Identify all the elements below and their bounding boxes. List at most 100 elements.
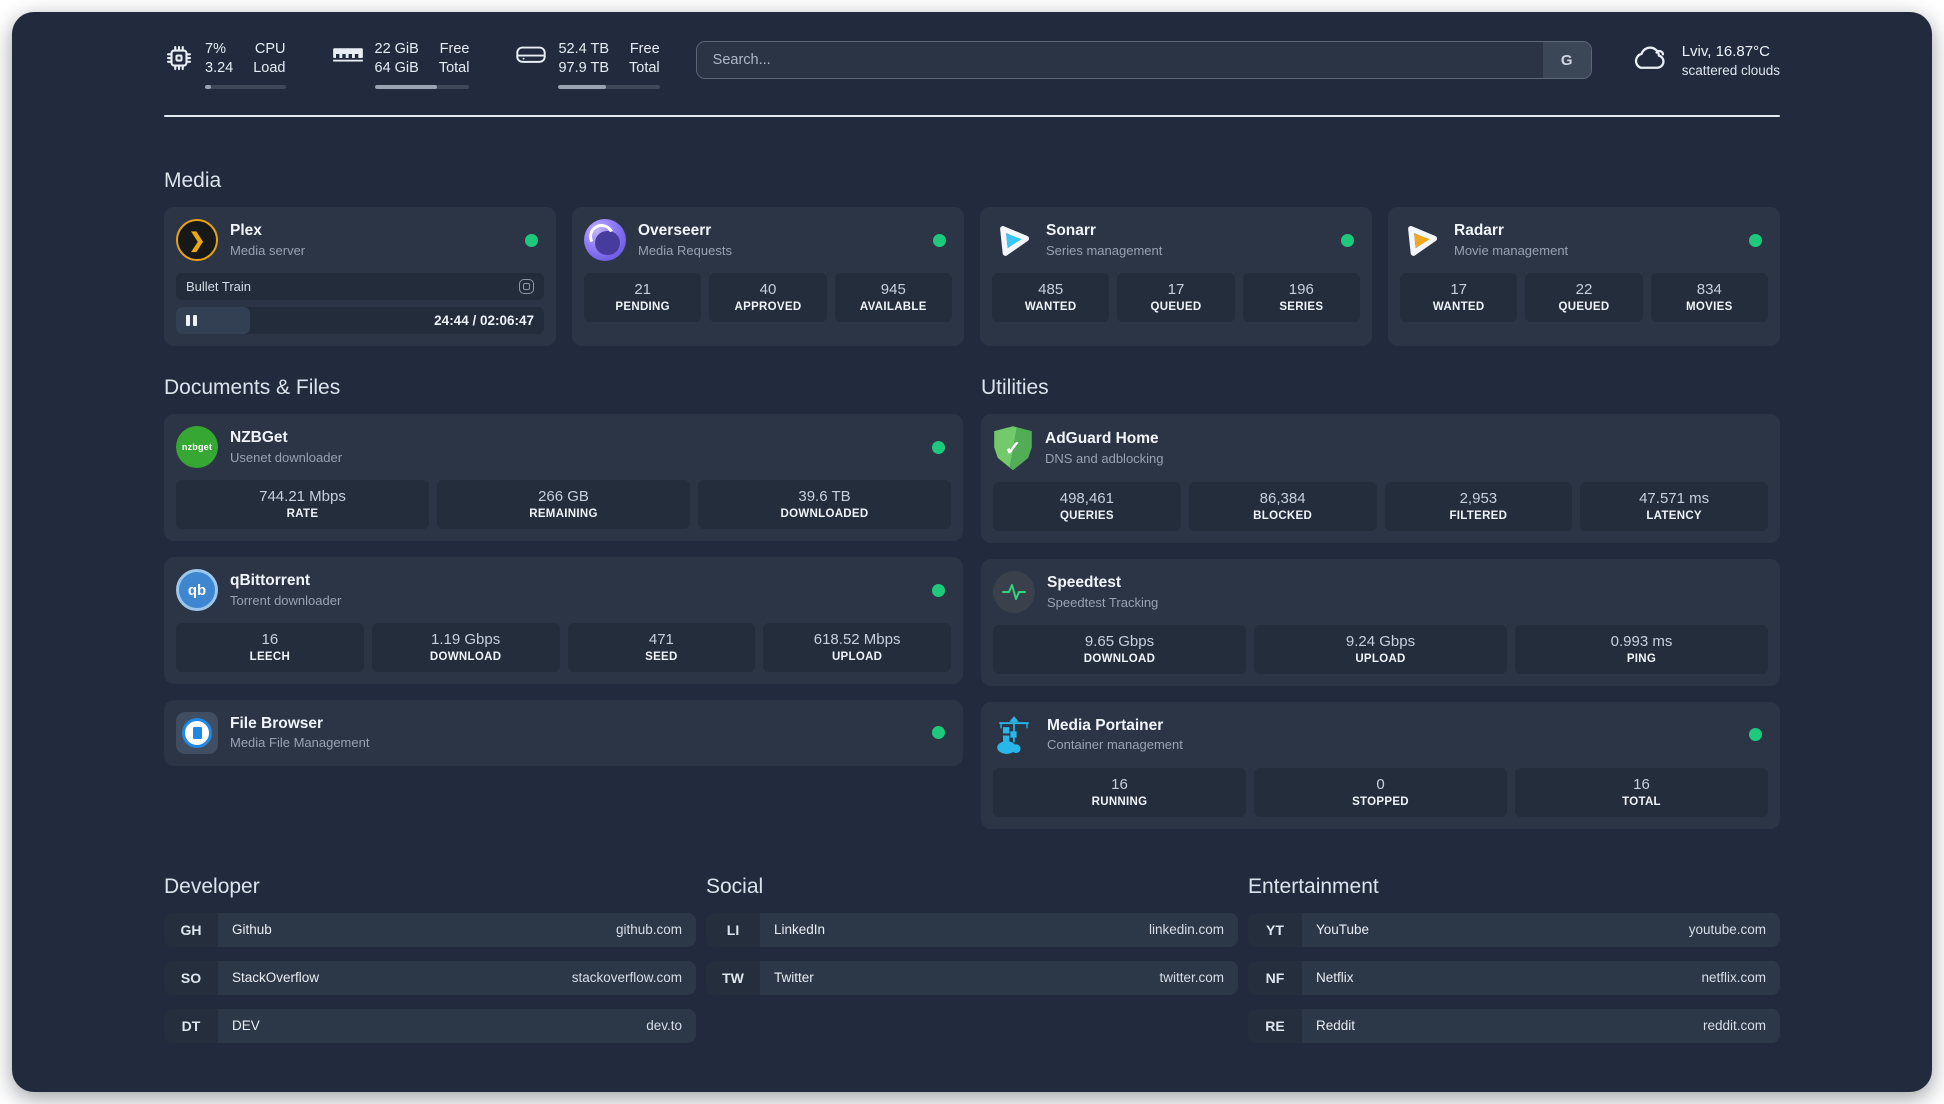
cpu-metric: 7% 3.24 CPU Load xyxy=(164,40,286,90)
link-name: Github xyxy=(232,922,272,937)
cpu-labels: CPU Load xyxy=(253,40,285,78)
search-engine-button[interactable]: G xyxy=(1542,42,1591,78)
playback-time: 24:44 / 02:06:47 xyxy=(434,313,534,329)
plex-card[interactable]: ❯ Plex Media server Bullet Train 24:44 /… xyxy=(164,207,556,347)
disk-labels: Free Total xyxy=(629,40,660,78)
disk-icon xyxy=(515,43,547,89)
link-github[interactable]: GH Github github.com xyxy=(164,912,696,947)
link-abbr: SO xyxy=(164,960,218,995)
disk-metric: 52.4 TB 97.9 TB Free Total xyxy=(515,40,660,90)
stat-seed: 471 SEED xyxy=(567,623,756,672)
nzbget-card[interactable]: nzbget NZBGet Usenet downloader 744.21 M… xyxy=(164,414,963,541)
link-url: stackoverflow.com xyxy=(571,970,682,985)
disk-free: 52.4 TB xyxy=(558,41,610,57)
link-stackoverflow[interactable]: SO StackOverflow stackoverflow.com xyxy=(164,960,696,995)
weather-widget: Lviv, 16.87°C scattered clouds xyxy=(1628,41,1780,81)
cpu-values: 7% 3.24 xyxy=(205,40,233,78)
link-name: LinkedIn xyxy=(774,922,826,937)
memory-labels: Free Total xyxy=(439,40,470,78)
link-reddit[interactable]: RE Reddit reddit.com xyxy=(1248,1008,1780,1043)
link-abbr: GH xyxy=(164,912,218,947)
filebrowser-card[interactable]: File Browser Media File Management xyxy=(164,699,963,766)
stat-stopped: 0 STOPPED xyxy=(1254,767,1507,817)
link-abbr: TW xyxy=(706,960,760,995)
app-name: NZBGet xyxy=(230,429,288,447)
status-dot xyxy=(1749,728,1762,742)
memory-free: 22 GiB xyxy=(374,41,419,57)
overseerr-icon xyxy=(584,219,626,262)
app-description: Torrent downloader xyxy=(230,592,342,608)
link-url: linkedin.com xyxy=(1148,922,1224,937)
stat-approved: 40 APPROVED xyxy=(709,273,827,322)
stat-wanted: 485 WANTED xyxy=(992,273,1110,322)
player-settings-icon[interactable] xyxy=(519,279,534,295)
link-url: reddit.com xyxy=(1702,1018,1766,1033)
stat-queued: 22 QUEUED xyxy=(1525,273,1643,322)
link-linkedin[interactable]: LI LinkedIn linkedin.com xyxy=(706,912,1238,947)
stat-ping: 0.993 ms PING xyxy=(1515,625,1768,674)
playback-progress-row: 24:44 / 02:06:47 xyxy=(176,307,544,335)
status-dot xyxy=(525,233,538,247)
system-metrics: 7% 3.24 CPU Load 22 GiB 64 GiB Free Tota… xyxy=(164,40,660,90)
developer-section: Developer GH Github github.com SO StackOv… xyxy=(164,875,696,1043)
search-input[interactable] xyxy=(696,42,1543,78)
link-name: StackOverflow xyxy=(232,970,320,985)
app-description: Container management xyxy=(1047,737,1183,753)
plex-icon: ❯ xyxy=(176,219,218,262)
sonarr-card[interactable]: Sonarr Series management 485 WANTED 17 QUE… xyxy=(980,207,1372,347)
memory-values: 22 GiB 64 GiB xyxy=(375,40,419,78)
section-title-media: Media xyxy=(164,169,222,193)
weather-condition: scattered clouds xyxy=(1681,63,1780,78)
portainer-card[interactable]: Media Portainer Container management 16 R… xyxy=(981,701,1780,829)
status-dot xyxy=(1341,233,1354,247)
disk-total: 97.9 TB xyxy=(558,60,610,77)
link-url: github.com xyxy=(615,922,682,937)
pause-icon[interactable] xyxy=(186,315,197,327)
status-dot xyxy=(932,440,945,454)
link-dev[interactable]: DT DEV dev.to xyxy=(164,1008,696,1043)
adguard-card[interactable]: ✓ AdGuard Home DNS and adblocking 498,46… xyxy=(981,414,1780,543)
link-youtube[interactable]: YT YouTube youtube.com xyxy=(1248,912,1780,947)
link-url: youtube.com xyxy=(1688,922,1766,937)
search-bar: G xyxy=(695,41,1592,79)
app-description: Media Requests xyxy=(638,242,732,258)
qbittorrent-card[interactable]: qb qBittorrent Torrent downloader 16 LEEC… xyxy=(164,557,963,684)
stat-remaining: 266 GB REMAINING xyxy=(437,480,690,529)
memory-icon xyxy=(332,43,364,89)
speedtest-card[interactable]: Speedtest Speedtest Tracking 9.65 Gbps DO… xyxy=(981,559,1780,686)
cpu-load-label: Load xyxy=(253,60,286,77)
stat-leech: 16 LEECH xyxy=(176,623,364,672)
link-name: YouTube xyxy=(1316,922,1370,937)
stat-pending: 21 PENDING xyxy=(584,273,702,322)
app-description: Series management xyxy=(1046,242,1163,258)
stat-upload: 618.52 Mbps UPLOAD xyxy=(763,623,951,672)
memory-free-label: Free xyxy=(439,41,470,57)
stat-filtered: 2,953 FILTERED xyxy=(1384,482,1573,531)
link-twitter[interactable]: TW Twitter twitter.com xyxy=(706,960,1238,995)
app-name: Speedtest xyxy=(1047,573,1122,591)
stat-wanted: 17 WANTED xyxy=(1400,273,1518,322)
stat-download: 9.65 Gbps DOWNLOAD xyxy=(993,625,1246,674)
entertainment-section: Entertainment YT YouTube youtube.com NF N… xyxy=(1248,875,1780,1043)
radarr-card[interactable]: Radarr Movie management 17 WANTED 22 QUEUE… xyxy=(1388,207,1780,347)
header-divider xyxy=(164,115,1780,118)
link-url: dev.to xyxy=(646,1018,682,1033)
link-netflix[interactable]: NF Netflix netflix.com xyxy=(1248,960,1780,995)
cpu-progress-track xyxy=(205,85,286,90)
overseerr-card[interactable]: Overseerr Media Requests 21 PENDING 40 APP… xyxy=(572,207,964,347)
nzbget-icon: nzbget xyxy=(176,426,218,469)
app-description: Media server xyxy=(230,242,306,258)
cpu-label: CPU xyxy=(254,41,286,57)
link-name: Twitter xyxy=(774,970,814,985)
cpu-progress-fill xyxy=(205,85,212,90)
app-name: AdGuard Home xyxy=(1045,430,1159,448)
stat-blocked: 86,384 BLOCKED xyxy=(1188,482,1377,531)
status-dot xyxy=(932,583,945,597)
memory-total-label: Total xyxy=(438,60,470,77)
dashboard: 7% 3.24 CPU Load 22 GiB 64 GiB Free Tota… xyxy=(12,12,1932,1092)
stat-latency: 47.571 ms LATENCY xyxy=(1580,482,1768,531)
app-name: Overseerr xyxy=(638,222,712,240)
app-name: qBittorrent xyxy=(230,571,311,589)
link-name: Netflix xyxy=(1316,970,1354,985)
adguard-icon: ✓ xyxy=(994,426,1032,471)
